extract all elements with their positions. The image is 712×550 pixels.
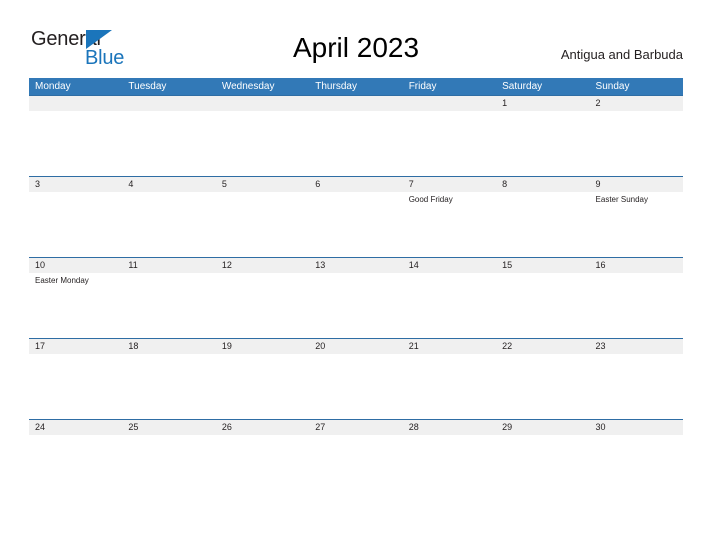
day-number[interactable]: 5 — [216, 177, 309, 192]
day-event — [122, 273, 215, 338]
day-number[interactable]: 14 — [403, 258, 496, 273]
day-event — [309, 273, 402, 338]
day-number[interactable]: 15 — [496, 258, 589, 273]
day-number[interactable]: 6 — [309, 177, 402, 192]
week-row: 17 18 19 20 21 22 23 — [29, 338, 683, 419]
day-event — [496, 273, 589, 338]
week-row: 24 25 26 27 28 29 30 — [29, 419, 683, 500]
weekday-header-row: Monday Tuesday Wednesday Thursday Friday… — [29, 78, 683, 95]
day-event — [309, 111, 402, 176]
day-number[interactable]: 8 — [496, 177, 589, 192]
day-number[interactable]: 21 — [403, 339, 496, 354]
day-number[interactable]: 30 — [590, 420, 683, 435]
day-event — [122, 111, 215, 176]
week-day-numbers: 17 18 19 20 21 22 23 — [29, 339, 683, 354]
day-event — [122, 192, 215, 257]
week-row: 3 4 5 6 7 8 9 Good Friday Easter Sunday — [29, 176, 683, 257]
weekday-wednesday: Wednesday — [221, 81, 275, 92]
day-number[interactable]: 18 — [122, 339, 215, 354]
day-event — [309, 435, 402, 500]
day-number[interactable]: 25 — [122, 420, 215, 435]
day-number[interactable]: 24 — [29, 420, 122, 435]
day-number[interactable]: 4 — [122, 177, 215, 192]
day-number[interactable]: 12 — [216, 258, 309, 273]
day-number[interactable]: 19 — [216, 339, 309, 354]
day-event — [122, 435, 215, 500]
day-event — [216, 435, 309, 500]
day-number[interactable]: 17 — [29, 339, 122, 354]
day-event — [403, 273, 496, 338]
week-day-events — [29, 111, 683, 176]
day-event — [122, 354, 215, 419]
day-event — [496, 111, 589, 176]
day-event: Easter Sunday — [595, 195, 649, 204]
day-event: Easter Monday — [35, 276, 89, 285]
day-event — [403, 435, 496, 500]
day-number[interactable]: 10 — [29, 258, 122, 273]
day-number[interactable] — [403, 96, 496, 111]
page-header: General Blue April 2023 Antigua and Barb… — [0, 0, 712, 78]
day-event — [590, 435, 683, 500]
day-event — [496, 192, 589, 257]
day-event: Good Friday — [408, 195, 453, 204]
day-event — [29, 354, 122, 419]
day-number[interactable]: 27 — [309, 420, 402, 435]
weekday-friday: Friday — [408, 81, 437, 92]
week-row: 10 11 12 13 14 15 16 Easter Monday — [29, 257, 683, 338]
day-event — [29, 192, 122, 257]
day-event — [216, 192, 309, 257]
day-number[interactable]: 13 — [309, 258, 402, 273]
day-number[interactable]: 26 — [216, 420, 309, 435]
weekday-saturday: Saturday — [502, 81, 543, 92]
week-day-numbers: 1 2 — [29, 96, 683, 111]
week-day-events: Easter Monday — [29, 273, 683, 338]
day-number[interactable]: 22 — [496, 339, 589, 354]
weekday-tuesday: Tuesday — [128, 81, 167, 92]
day-number[interactable]: 23 — [590, 339, 683, 354]
calendar-page: General Blue April 2023 Antigua and Barb… — [0, 0, 712, 550]
day-number[interactable]: 9 — [590, 177, 683, 192]
day-event — [309, 192, 402, 257]
day-number[interactable]: 28 — [403, 420, 496, 435]
day-number[interactable] — [216, 96, 309, 111]
day-number[interactable]: 20 — [309, 339, 402, 354]
weekday-thursday: Thursday — [315, 81, 357, 92]
day-event — [216, 354, 309, 419]
day-event — [403, 354, 496, 419]
day-event — [403, 111, 496, 176]
weekday-monday: Monday — [35, 81, 71, 92]
day-number[interactable] — [29, 96, 122, 111]
day-number[interactable]: 29 — [496, 420, 589, 435]
day-event — [216, 111, 309, 176]
day-event — [496, 435, 589, 500]
day-number[interactable]: 16 — [590, 258, 683, 273]
day-number[interactable] — [309, 96, 402, 111]
week-day-events: Good Friday Easter Sunday — [29, 192, 683, 257]
day-number[interactable]: 2 — [590, 96, 683, 111]
day-number[interactable]: 7 — [403, 177, 496, 192]
day-event — [590, 354, 683, 419]
week-day-numbers: 24 25 26 27 28 29 30 — [29, 420, 683, 435]
day-number[interactable]: 3 — [29, 177, 122, 192]
calendar-grid: Monday Tuesday Wednesday Thursday Friday… — [29, 78, 683, 500]
week-day-events — [29, 435, 683, 500]
weekday-sunday: Sunday — [595, 81, 630, 92]
day-event — [29, 111, 122, 176]
day-number[interactable]: 11 — [122, 258, 215, 273]
week-day-events — [29, 354, 683, 419]
day-event — [216, 273, 309, 338]
day-event — [29, 435, 122, 500]
day-event — [309, 354, 402, 419]
day-number[interactable]: 1 — [496, 96, 589, 111]
country-label: Antigua and Barbuda — [560, 47, 683, 62]
day-event — [496, 354, 589, 419]
week-day-numbers: 10 11 12 13 14 15 16 — [29, 258, 683, 273]
day-event — [590, 111, 683, 176]
week-day-numbers: 3 4 5 6 7 8 9 — [29, 177, 683, 192]
day-event — [590, 273, 683, 338]
day-number[interactable] — [122, 96, 215, 111]
week-row: 1 2 — [29, 95, 683, 176]
